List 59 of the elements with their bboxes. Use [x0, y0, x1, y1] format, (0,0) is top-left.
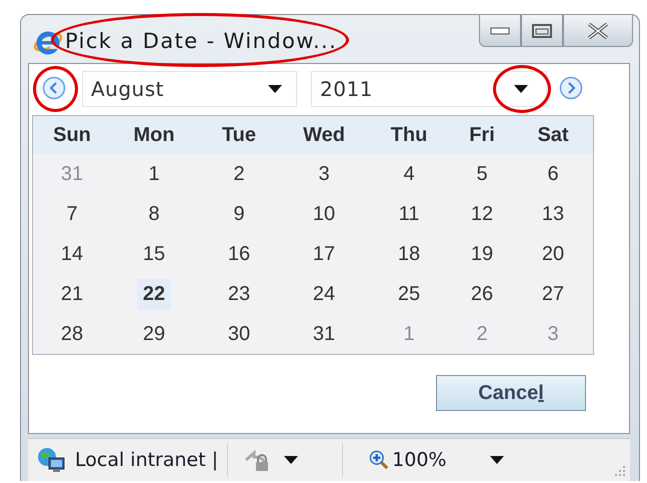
calendar-day[interactable]: 16	[222, 238, 256, 270]
year-dropdown[interactable]: 2011	[311, 71, 547, 107]
caret-icon[interactable]	[490, 456, 504, 464]
calendar-day[interactable]: 19	[464, 238, 500, 270]
caret-icon[interactable]	[284, 456, 298, 464]
weekday-header: Mon	[132, 124, 176, 146]
calendar-day[interactable]: 23	[222, 278, 256, 310]
calendar-day[interactable]: 22	[136, 278, 172, 310]
calendar-day[interactable]: 9	[227, 198, 251, 230]
weekday-header: Wed	[302, 124, 346, 146]
minimize-icon	[490, 26, 510, 34]
calendar-day[interactable]: 5	[470, 158, 494, 190]
calendar-day[interactable]: 15	[136, 238, 172, 270]
calendar-day[interactable]: 10	[306, 198, 342, 230]
calendar-day[interactable]: 8	[142, 198, 166, 230]
next-month-button[interactable]	[559, 76, 585, 102]
weekday-header: Fri	[468, 124, 496, 146]
zoom-icon	[369, 450, 390, 470]
weekday-header: Sat	[536, 124, 570, 146]
calendar-day[interactable]: 13	[536, 198, 570, 230]
month-dropdown[interactable]: August	[82, 71, 297, 107]
calendar-day[interactable]: 20	[536, 238, 570, 270]
calendar-day[interactable]: 11	[392, 198, 426, 230]
zoom-button[interactable]: 100%	[369, 449, 446, 471]
resize-grip-icon[interactable]	[614, 465, 626, 477]
calendar-day[interactable]: 4	[397, 158, 421, 190]
calendar-day[interactable]: 14	[54, 238, 90, 270]
minimize-button[interactable]	[479, 15, 521, 47]
calendar-day[interactable]: 27	[536, 278, 570, 310]
calendar-day[interactable]: 3	[312, 158, 336, 190]
globe-monitor-icon	[36, 447, 66, 473]
calendar-day[interactable]: 30	[222, 318, 256, 350]
close-button[interactable]	[563, 15, 633, 47]
calendar-day[interactable]: 29	[136, 318, 172, 350]
calendar-day[interactable]: 25	[392, 278, 426, 310]
dropdown-arrow-icon	[514, 85, 528, 93]
calendar-day[interactable]: 12	[464, 198, 500, 230]
dropdown-arrow-icon	[268, 85, 282, 93]
calendar-day[interactable]: 24	[306, 278, 342, 310]
cancel-button[interactable]: Cancel	[436, 375, 586, 411]
calendar-day[interactable]: 21	[54, 278, 90, 310]
weekday-header: Tue	[220, 124, 258, 146]
security-zone-label: Local intranet |	[75, 449, 218, 471]
calendar-day[interactable]: 26	[464, 278, 500, 310]
calendar-day[interactable]: 28	[54, 318, 90, 350]
weekday-header: Thu	[390, 124, 428, 146]
calendar-day[interactable]: 2	[227, 158, 251, 190]
calendar-day[interactable]: 31	[306, 318, 342, 350]
window-title: Pick a Date - Window...	[65, 29, 338, 53]
calendar-day[interactable]: 18	[392, 238, 426, 270]
calendar-day[interactable]: 6	[541, 158, 565, 190]
previous-month-button[interactable]	[42, 76, 68, 102]
calendar-day[interactable]: 1	[142, 158, 166, 190]
maximize-icon	[532, 24, 552, 38]
calendar-day[interactable]: 7	[60, 198, 84, 230]
maximize-button[interactable]	[521, 15, 563, 47]
calendar-day[interactable]: 17	[306, 238, 342, 270]
close-icon	[586, 22, 610, 38]
weekday-header: Sun	[52, 124, 92, 146]
